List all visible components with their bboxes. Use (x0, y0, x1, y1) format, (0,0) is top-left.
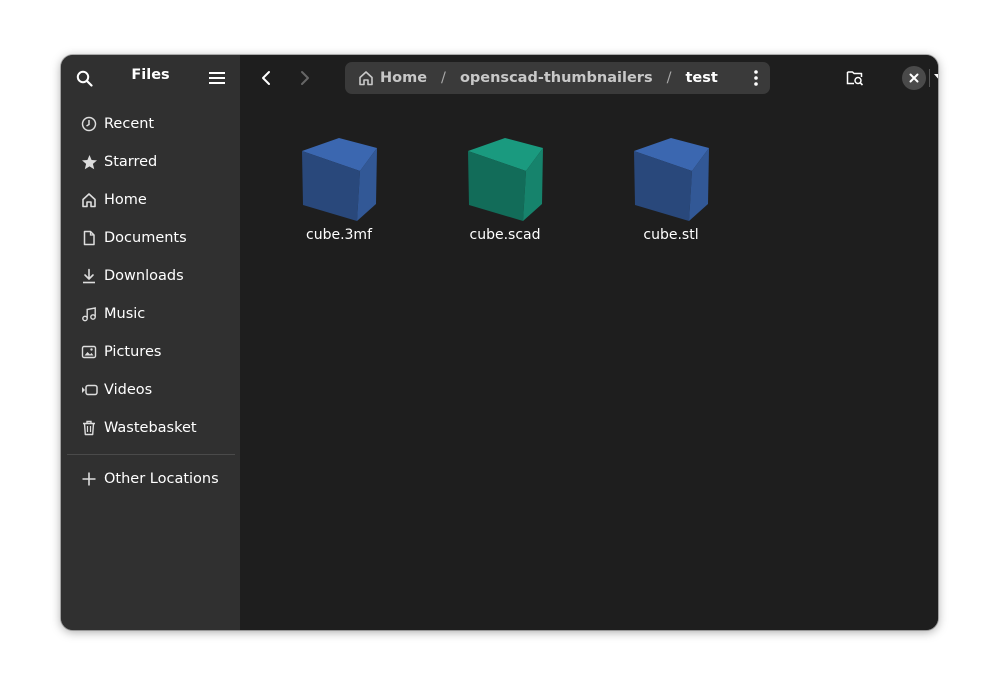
view-options-button[interactable] (931, 66, 938, 90)
file-item[interactable]: cube.3mf (279, 131, 399, 243)
sidebar-item-label: Home (104, 192, 147, 208)
chevron-right-icon (301, 71, 309, 85)
sidebar-item-home[interactable]: Home (67, 183, 235, 217)
document-icon (80, 229, 98, 247)
file-item[interactable]: cube.stl (611, 131, 731, 243)
home-icon (358, 70, 374, 86)
close-button[interactable] (902, 66, 926, 90)
star-icon (80, 153, 98, 171)
files-window: Files Recent Starred Home Documents Down… (61, 55, 938, 630)
sidebar-item-label: Starred (104, 154, 158, 170)
sidebar: Files Recent Starred Home Documents Down… (61, 55, 240, 630)
sidebar-item-label: Documents (104, 230, 187, 246)
cube-thumbnail (634, 138, 709, 221)
file-item[interactable]: cube.scad (445, 131, 565, 243)
file-name: cube.3mf (306, 227, 372, 243)
vertical-dots-icon (754, 70, 758, 86)
close-icon (909, 73, 919, 83)
breadcrumb-separator: / (441, 70, 446, 86)
search-in-folder-button[interactable] (843, 66, 867, 90)
sidebar-item-music[interactable]: Music (67, 297, 235, 331)
sidebar-item-pictures[interactable]: Pictures (67, 335, 235, 369)
sidebar-item-label: Recent (104, 116, 155, 132)
sidebar-item-downloads[interactable]: Downloads (67, 259, 235, 293)
triangle-down-icon (934, 74, 938, 79)
header-bar: Home / openscad-thumbnailers / test (240, 55, 938, 101)
path-bar: Home / openscad-thumbnailers / test (345, 62, 770, 94)
sidebar-item-label: Downloads (104, 268, 184, 284)
view-divider (929, 69, 930, 87)
breadcrumb-separator: / (666, 70, 672, 86)
breadcrumb-openscad-thumbnailers[interactable]: openscad-thumbnailers (460, 70, 653, 86)
clock-icon (80, 115, 98, 133)
plus-icon (80, 470, 98, 488)
path-menu-button[interactable] (754, 70, 758, 86)
file-grid: cube.3mf cube.scad cube.stl (240, 101, 938, 630)
main-menu-button[interactable] (206, 67, 228, 89)
sidebar-item-videos[interactable]: Videos (67, 373, 235, 407)
forward-button[interactable] (293, 66, 317, 90)
cube-thumbnail (302, 138, 377, 221)
sidebar-item-wastebasket[interactable]: Wastebasket (67, 411, 235, 445)
sidebar-item-label: Videos (104, 382, 153, 398)
breadcrumb-home[interactable]: Home (380, 70, 427, 86)
sidebar-header: Files (61, 55, 240, 101)
file-name: cube.scad (469, 227, 541, 243)
back-button[interactable] (254, 66, 278, 90)
picture-icon (80, 343, 98, 361)
trash-icon (80, 419, 98, 437)
music-icon (80, 305, 98, 323)
download-icon (80, 267, 98, 285)
sidebar-item-label: Pictures (104, 344, 162, 360)
video-icon (80, 381, 98, 399)
sidebar-item-documents[interactable]: Documents (67, 221, 235, 255)
breadcrumb-test[interactable]: test (685, 70, 717, 86)
sidebar-divider (67, 454, 235, 455)
sidebar-item-label: Music (104, 306, 146, 322)
folder-search-icon (846, 71, 864, 86)
chevron-left-icon (262, 71, 270, 85)
sidebar-item-starred[interactable]: Starred (67, 145, 235, 179)
file-name: cube.stl (643, 227, 699, 243)
sidebar-item-label: Other Locations (104, 471, 219, 487)
hamburger-icon (209, 72, 225, 84)
home-icon (80, 191, 98, 209)
sidebar-item-recent[interactable]: Recent (67, 107, 235, 141)
sidebar-item-label: Wastebasket (104, 420, 197, 436)
sidebar-item-other-locations[interactable]: Other Locations (67, 462, 235, 496)
cube-thumbnail (468, 138, 543, 221)
